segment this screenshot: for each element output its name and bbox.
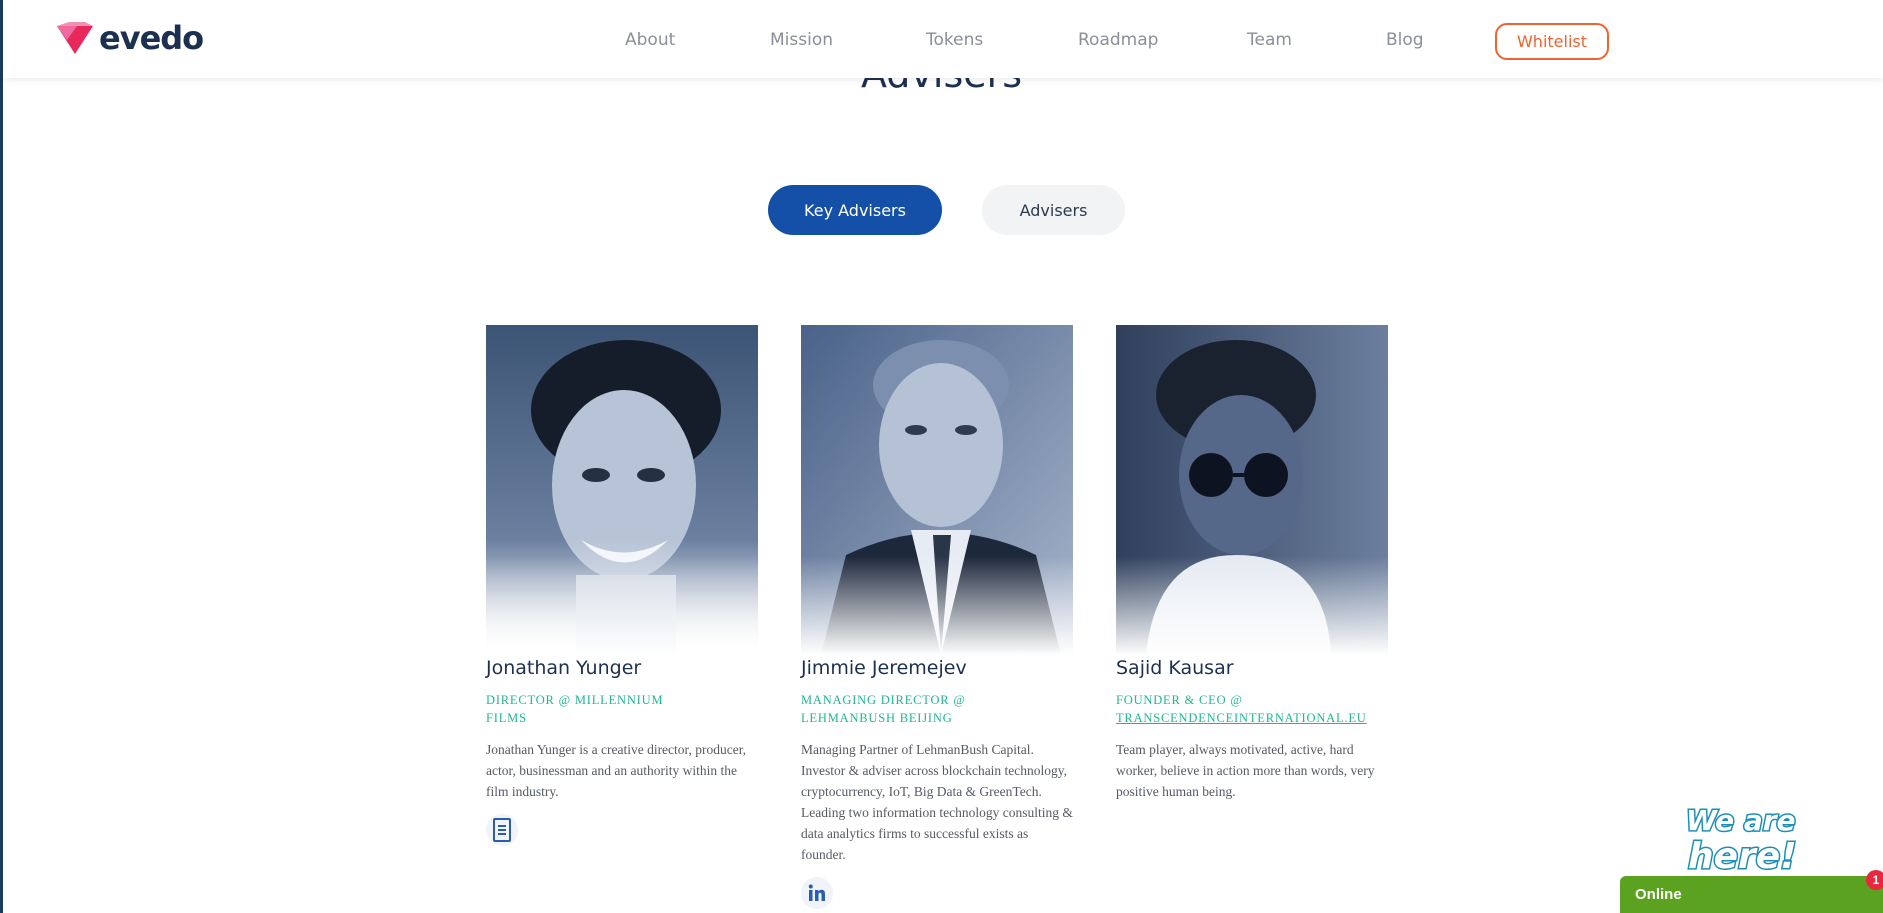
svg-text:We are: We are <box>1686 804 1796 837</box>
chat-status-bar[interactable]: Online <box>1620 876 1883 913</box>
whitelist-button[interactable]: Whitelist <box>1495 23 1609 60</box>
nav-tokens[interactable]: Tokens <box>926 30 983 50</box>
adviser-card: Jonathan Yunger DIRECTOR @ MILLENNIUM FI… <box>486 325 758 846</box>
tab-advisers[interactable]: Advisers <box>982 185 1125 235</box>
logo-text: evedo <box>99 19 204 57</box>
tab-key-advisers[interactable]: Key Advisers <box>768 185 942 235</box>
linkedin-icon[interactable] <box>801 877 833 909</box>
svg-text:here!: here! <box>1688 836 1797 875</box>
adviser-name: Sajid Kausar <box>1116 657 1234 679</box>
role-line: FOUNDER & CEO @ <box>1116 693 1243 707</box>
nav-mission[interactable]: Mission <box>770 30 833 50</box>
document-icon[interactable] <box>486 814 518 846</box>
adviser-description: Team player, always motivated, active, h… <box>1116 742 1375 799</box>
adviser-photo <box>1116 325 1388 655</box>
nav-team[interactable]: Team <box>1247 30 1292 50</box>
logo-mark-icon <box>57 22 93 54</box>
nav-roadmap[interactable]: Roadmap <box>1078 30 1158 50</box>
role-line: FILMS <box>486 711 527 725</box>
adviser-description: Jonathan Yunger is a creative director, … <box>486 742 747 799</box>
adviser-card: Sajid Kausar FOUNDER & CEO @ TRANSCENDEN… <box>1116 325 1388 802</box>
adviser-description: Managing Partner of LehmanBush Capital. … <box>801 742 1073 862</box>
adviser-photo <box>486 325 758 655</box>
adviser-name: Jonathan Yunger <box>486 657 642 679</box>
nav-about[interactable]: About <box>625 30 675 50</box>
chat-notification-badge: 1 <box>1866 870 1883 890</box>
nav-blog[interactable]: Blog <box>1386 30 1424 50</box>
adviser-name: Jimmie Jeremejev <box>801 657 967 679</box>
chat-status: Online <box>1635 886 1682 903</box>
role-line: LEHMANBUSH BEIJING <box>801 711 953 725</box>
site-header: evedo About Mission Tokens Roadmap Team … <box>3 0 1883 78</box>
adviser-photo <box>801 325 1073 655</box>
company-link[interactable]: TRANSCENDENCEINTERNATIONAL.EU <box>1116 709 1388 727</box>
we-are-here-logo: We are here! <box>1685 803 1799 879</box>
role-line: DIRECTOR @ MILLENNIUM <box>486 693 664 707</box>
chat-bubble-logo[interactable]: We are here! <box>1678 800 1823 880</box>
adviser-card: Jimmie Jeremejev MANAGING DIRECTOR @ LEH… <box>801 325 1073 909</box>
role-line: MANAGING DIRECTOR @ <box>801 693 966 707</box>
adviser-role[interactable]: DIRECTOR @ MILLENNIUM FILMS <box>486 691 758 727</box>
adviser-role[interactable]: FOUNDER & CEO @ TRANSCENDENCEINTERNATION… <box>1116 691 1388 727</box>
logo[interactable]: evedo <box>55 18 204 58</box>
adviser-role[interactable]: MANAGING DIRECTOR @ LEHMANBUSH BEIJING <box>801 691 1073 727</box>
window-edge <box>0 0 3 913</box>
